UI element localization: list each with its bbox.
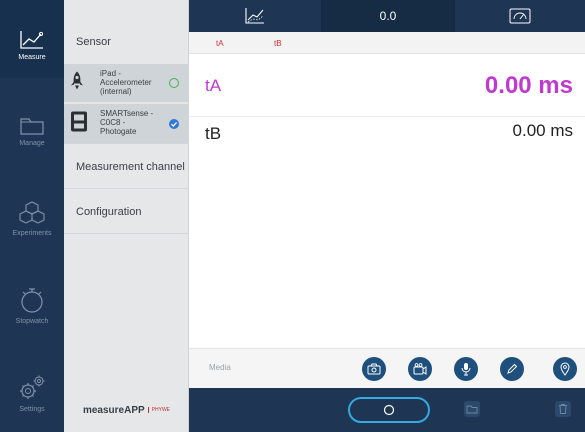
nav-item-stopwatch[interactable]: Stopwatch [0, 286, 64, 336]
nav-item-measure[interactable]: Measure [0, 0, 64, 78]
microphone-button[interactable] [454, 357, 478, 381]
tab-gauge-view[interactable] [455, 0, 585, 32]
gauge-view-icon [509, 8, 531, 24]
location-button[interactable] [553, 357, 577, 381]
sensor-item-accelerometer[interactable]: iPad - Accelerometer (internal) [64, 64, 189, 102]
record-circle-icon [383, 404, 395, 416]
sensor-name-line: SMARTsense - [100, 109, 154, 118]
photogate-icon [70, 111, 88, 138]
pencil-button[interactable] [500, 357, 524, 381]
panel-divider [64, 233, 189, 234]
experiments-cubes-icon [19, 201, 45, 224]
brand-partner: PHYWE [147, 407, 170, 413]
camera-button[interactable] [362, 357, 386, 381]
nav-rail: Measure Manage Experiments Stopwatch Set… [0, 0, 64, 432]
nav-label-measure: Measure [18, 54, 46, 61]
nav-label-stopwatch: Stopwatch [15, 318, 49, 325]
sensor-connected-check-icon [169, 119, 179, 129]
sensor-name-line: (internal) [100, 87, 132, 96]
folder-save-icon [464, 401, 480, 417]
sensor-name-line: Accelerometer [100, 78, 152, 87]
microphone-icon [461, 363, 471, 376]
channel-strip: tA tB [189, 32, 585, 54]
rocket-icon [70, 71, 84, 96]
brand-logo: measureAPP PHYWE [64, 388, 189, 432]
nav-label-manage: Manage [19, 140, 45, 147]
video-button[interactable] [408, 357, 432, 381]
brand-name: measureAPP [82, 404, 145, 416]
measurement-label-tb: tB [205, 124, 222, 143]
gear-icon [20, 375, 45, 399]
nav-item-manage[interactable]: Manage [0, 114, 64, 164]
measurement-label-ta: tA [205, 76, 222, 95]
folder-icon [20, 118, 44, 135]
tab-graph-view[interactable] [189, 0, 321, 32]
channel-tab-tb[interactable]: tB [274, 39, 282, 48]
panel-title: Sensor [76, 36, 111, 48]
measure-graph-icon [20, 31, 44, 49]
nav-item-settings[interactable]: Settings [0, 374, 64, 424]
video-icon [413, 363, 427, 375]
measurement-channel-link[interactable]: Measurement channel [64, 143, 189, 188]
channel-tab-ta[interactable]: tA [216, 39, 224, 48]
bottom-toolbar [189, 388, 585, 432]
media-label: Media [209, 363, 231, 372]
nav-label-settings: Settings [19, 406, 45, 413]
sensor-item-photogate[interactable]: SMARTsense - C0C8 - Photogate [64, 104, 189, 144]
location-pin-icon [560, 362, 570, 376]
sensor-name-line: C0C8 - [100, 118, 126, 127]
camera-icon [367, 363, 381, 375]
view-tab-bar: 0.0 [189, 0, 585, 32]
record-button[interactable] [348, 397, 430, 423]
row-divider [189, 116, 585, 117]
nav-item-experiments[interactable]: Experiments [0, 200, 64, 250]
sensor-panel: Sensor iPad - Accelerometer (internal) S… [64, 0, 189, 432]
trash-icon [555, 401, 571, 417]
sensor-name-line: Photogate [100, 127, 137, 136]
save-folder-button[interactable] [463, 400, 481, 423]
stopwatch-icon [21, 288, 43, 313]
sensor-name-line: iPad - [100, 69, 121, 78]
measurement-value-ta: 0.00 ms [484, 72, 573, 99]
pencil-icon [507, 363, 518, 374]
measurement-area: tA tB tA 0.00 ms tB 0.00 ms Media [189, 32, 585, 388]
media-bar: Media [189, 348, 585, 388]
configuration-link[interactable]: Configuration [64, 188, 189, 233]
measurement-value-tb: 0.00 ms [512, 121, 573, 140]
nav-label-experiments: Experiments [12, 230, 52, 237]
sensor-available-indicator [169, 78, 179, 88]
graph-view-icon [245, 8, 264, 24]
delete-button[interactable] [554, 400, 572, 423]
tab-digital-view[interactable]: 0.0 [321, 0, 455, 32]
